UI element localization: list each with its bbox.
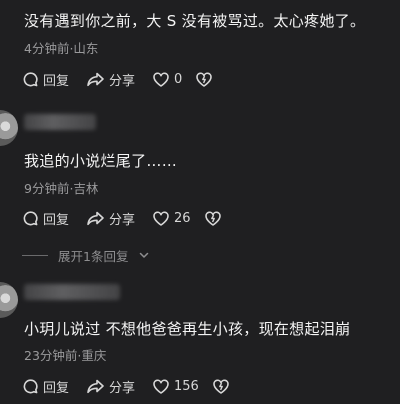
- share-icon: [87, 72, 104, 86]
- comment-text: 没有遇到你之前，大 S 没有被骂过。太心疼她了。: [24, 12, 366, 30]
- dislike-button[interactable]: [195, 69, 213, 89]
- reply-label: 回复: [43, 73, 70, 89]
- like-count: 26: [174, 210, 191, 226]
- share-button[interactable]: 分享: [86, 69, 135, 89]
- username-blurred[interactable]: [24, 284, 120, 300]
- reply-label: 回复: [43, 380, 70, 396]
- like-count: 0: [174, 71, 183, 87]
- expand-replies-label: 展开1条回复: [58, 248, 129, 264]
- avatar[interactable]: [0, 110, 18, 146]
- expand-replies-button[interactable]: 展开1条回复: [22, 247, 150, 264]
- like-button[interactable]: 156: [152, 376, 199, 396]
- reply-button[interactable]: 回复: [22, 376, 69, 396]
- dislike-icon: [196, 71, 212, 87]
- share-label: 分享: [109, 380, 136, 396]
- chevron-down-icon: [140, 252, 149, 258]
- like-button[interactable]: 0: [152, 69, 182, 89]
- share-button[interactable]: 分享: [86, 376, 135, 396]
- reply-icon: [23, 378, 38, 393]
- comment-meta: 4分钟前·山东: [24, 41, 99, 56]
- dislike-button[interactable]: [204, 208, 222, 228]
- share-icon: [87, 379, 104, 393]
- like-button[interactable]: 26: [152, 208, 191, 228]
- dislike-icon: [213, 378, 229, 394]
- like-icon: [153, 210, 169, 226]
- like-icon: [153, 378, 169, 394]
- share-label: 分享: [109, 212, 136, 228]
- comment-text: 小玥儿说过 不想他爸爸再生小孩，现在想起泪崩: [24, 320, 351, 338]
- share-icon: [87, 211, 104, 225]
- like-count: 156: [174, 378, 199, 394]
- dislike-button[interactable]: [212, 376, 230, 396]
- reply-icon: [23, 210, 38, 225]
- dislike-icon: [205, 210, 221, 226]
- comment-meta: 9分钟前·吉林: [24, 181, 99, 196]
- reply-label: 回复: [43, 212, 70, 228]
- reply-icon: [23, 71, 38, 86]
- divider-line: [22, 254, 48, 256]
- reply-button[interactable]: 回复: [22, 69, 69, 89]
- reply-button[interactable]: 回复: [22, 208, 69, 228]
- username-blurred[interactable]: [24, 114, 96, 130]
- like-icon: [153, 71, 169, 87]
- share-button[interactable]: 分享: [86, 208, 135, 228]
- share-label: 分享: [109, 73, 136, 89]
- comment-text: 我追的小说烂尾了……: [24, 152, 178, 170]
- avatar[interactable]: [0, 282, 18, 318]
- comment-meta: 23分钟前·重庆: [24, 348, 107, 363]
